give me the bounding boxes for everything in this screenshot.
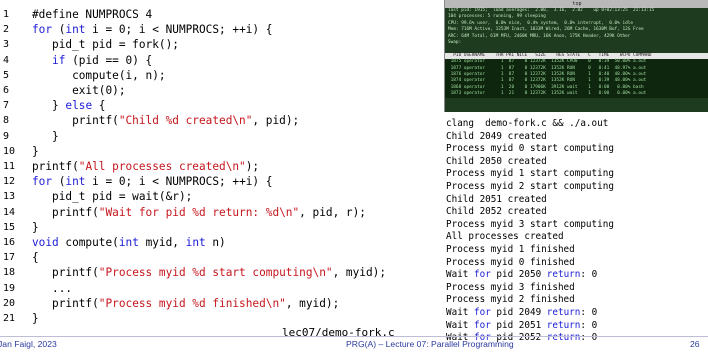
top-output: last pid: 1915; load averages: 2.00, 3.1… xyxy=(445,8,708,98)
terminal-line: Process myid 1 start computing xyxy=(446,168,614,180)
footer-page-number: 26 xyxy=(690,339,700,349)
footer-author: Jan Faigl, 2023 xyxy=(0,339,57,349)
terminal-output: clang demo-fork.c && ./a.out Child 2049 c… xyxy=(446,118,708,345)
code-text: printf("Process myid %d finished\n", myi… xyxy=(32,296,340,310)
top-process-row: 1873 operator 1 21 0 12372K 1352K wait 1… xyxy=(445,91,708,98)
terminal-line: Process myid 3 start computing xyxy=(446,218,614,230)
footer-divider xyxy=(0,336,708,337)
terminal-line: Child 2051 created xyxy=(446,193,547,205)
terminal-line: Process myid 0 start computing xyxy=(446,143,614,155)
terminal-line: Process myid 0 finished xyxy=(446,256,575,268)
terminal-line: Process myid 2 finished xyxy=(446,294,575,306)
terminal-line: Wait for pid 2051 return: 0 xyxy=(446,319,598,331)
slide-footer: Jan Faigl, 2023 PRG(A) – Lecture 07: Par… xyxy=(0,336,708,358)
code-text: void compute(int myid, int n) xyxy=(32,236,226,249)
code-text: } xyxy=(32,312,39,325)
terminal-line: Child 2050 created xyxy=(446,155,547,167)
top-window-titlebar: top xyxy=(445,0,708,8)
terminal-line: Process myid 1 finished xyxy=(446,243,575,255)
code-text: printf("Process myid %d start computing\… xyxy=(32,266,386,280)
line-number: 21 xyxy=(3,313,16,324)
terminal-line: Child 2049 created xyxy=(446,130,547,142)
top-process-monitor-screenshot: top last pid: 1915; load averages: 2.00,… xyxy=(444,0,708,112)
code-text: printf("Child %d created\n", pid); xyxy=(32,114,300,128)
code-text: printf("Wait for pid %d return: %d\n", p… xyxy=(32,205,366,219)
terminal-line: Wait for pid 2050 return: 0 xyxy=(446,269,598,281)
terminal-line: Child 2052 created xyxy=(446,206,547,218)
footer-lecture-title: PRG(A) – Lecture 07: Parallel Programmin… xyxy=(346,339,514,349)
terminal-line: All processes created xyxy=(446,231,564,243)
terminal-line: clang demo-fork.c && ./a.out xyxy=(446,118,609,129)
terminal-line: Process myid 3 finished xyxy=(446,281,575,293)
terminal-line: Process myid 2 start computing xyxy=(446,180,614,192)
terminal-line: Wait for pid 2049 return: 0 xyxy=(446,306,598,318)
